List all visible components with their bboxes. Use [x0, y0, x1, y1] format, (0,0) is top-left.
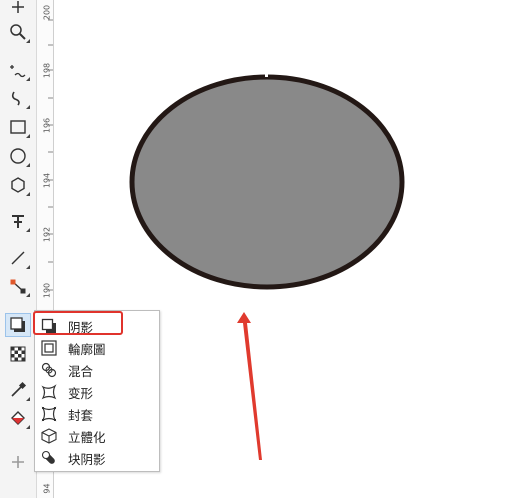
- menu-item-label: 块阴影: [68, 451, 106, 467]
- eyedropper-icon: [11, 381, 27, 397]
- menu-item-contour[interactable]: 輪廓圖: [35, 337, 159, 359]
- drop-shadow-tool-button[interactable]: [5, 313, 31, 337]
- freehand-icon: [10, 65, 26, 78]
- flyout-corner-icon: [26, 105, 30, 109]
- ellipse-icon: [10, 148, 26, 164]
- menu-item-label: 立體化: [68, 429, 106, 445]
- menu-item-blend[interactable]: 混合: [35, 359, 159, 381]
- flyout-corner-icon: [26, 265, 30, 269]
- connector-tool-button[interactable]: [5, 274, 31, 298]
- freehand-tool-button[interactable]: [5, 58, 31, 82]
- extrude-cube-icon: [39, 426, 59, 446]
- menu-item-label: 輪廓圖: [68, 341, 106, 357]
- distort-icon: [39, 382, 59, 402]
- envelope-icon: [39, 404, 59, 424]
- paint-bucket-icon: [11, 411, 25, 425]
- flyout-corner-icon: [26, 39, 30, 43]
- menu-item-distort[interactable]: 变形: [35, 381, 159, 403]
- zoom-tool-button[interactable]: [5, 20, 31, 44]
- flyout-corner-icon: [26, 134, 30, 138]
- highlight-box: [33, 311, 123, 335]
- artistic-media-tool-button[interactable]: [5, 86, 31, 110]
- menu-item-block-shadow[interactable]: 块阴影: [35, 447, 159, 469]
- eyedropper-tool-button[interactable]: [5, 378, 31, 402]
- hexagon-icon: [11, 177, 25, 193]
- contour-icon: [39, 338, 59, 358]
- rectangle-tool-button[interactable]: [5, 115, 31, 139]
- pan-tool-button[interactable]: [5, 0, 31, 18]
- menu-item-label: 变形: [68, 385, 94, 401]
- menu-item-label: 混合: [68, 363, 94, 379]
- text-icon: [12, 215, 24, 228]
- blend-icon: [39, 360, 59, 380]
- flyout-corner-icon: [26, 228, 30, 232]
- menu-item-label: 封套: [68, 407, 94, 423]
- checkerboard-icon: [10, 346, 26, 362]
- toolbox: [0, 0, 37, 498]
- selection-node[interactable]: [265, 74, 268, 77]
- ruler-label: 94: [42, 483, 52, 494]
- plus-icon: [12, 456, 24, 468]
- ruler-label: 200: [42, 4, 52, 21]
- ellipse-tool-button[interactable]: [5, 144, 31, 168]
- rectangle-icon: [10, 120, 26, 134]
- connector-icon: [10, 279, 26, 294]
- text-tool-button[interactable]: [5, 209, 31, 233]
- transparency-tool-button[interactable]: [5, 342, 31, 366]
- flyout-corner-icon: [26, 77, 30, 81]
- pan-icon: [12, 1, 24, 13]
- curve-icon: [11, 91, 20, 106]
- flyout-corner-icon: [26, 163, 30, 167]
- ellipse-shape[interactable]: [129, 74, 405, 290]
- magnifier-icon: [10, 24, 26, 40]
- flyout-corner-icon: [26, 192, 30, 196]
- ruler-label: 190: [42, 282, 52, 299]
- fill-tool-button[interactable]: [5, 406, 31, 430]
- flyout-corner-icon: [26, 293, 30, 297]
- block-shadow-icon: [39, 448, 59, 468]
- ruler-label: 196: [42, 117, 52, 134]
- dimension-tool-button[interactable]: [5, 246, 31, 270]
- add-tool-button[interactable]: [5, 450, 31, 474]
- diagonal-line-icon: [11, 251, 25, 265]
- red-arrow-annotation: [237, 312, 262, 460]
- ruler-label: 192: [42, 226, 52, 243]
- polygon-tool-button[interactable]: [5, 173, 31, 197]
- menu-item-extrude[interactable]: 立體化: [35, 425, 159, 447]
- menu-item-envelope[interactable]: 封套: [35, 403, 159, 425]
- flyout-corner-icon: [26, 397, 30, 401]
- ruler-label: 194: [42, 172, 52, 189]
- drop-shadow-icon: [10, 317, 25, 332]
- ruler-label: 198: [42, 62, 52, 79]
- flyout-corner-icon: [26, 425, 30, 429]
